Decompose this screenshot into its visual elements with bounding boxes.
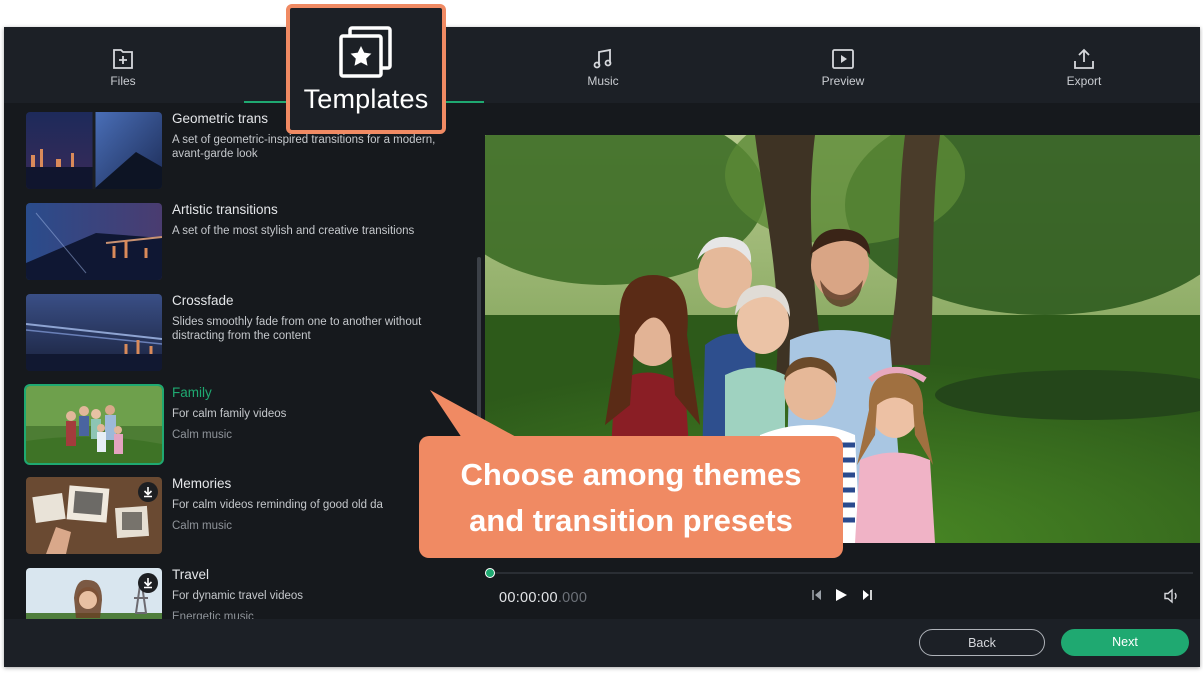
template-title: Crossfade (172, 293, 234, 308)
template-music: Calm music (172, 520, 233, 532)
tab-export-label: Export (1066, 74, 1102, 88)
template-title: Family (172, 385, 212, 400)
tab-preview[interactable]: Preview (778, 27, 908, 103)
template-description: A set of the most stylish and creative t… (172, 225, 415, 237)
template-title: Memories (172, 476, 232, 491)
files-icon (113, 49, 133, 69)
timecode-main: 00:00:00 (499, 590, 558, 606)
movavi-slideshow-window: Files Music Preview Export Geometric tra… (4, 27, 1200, 667)
template-music: Energetic music (172, 611, 254, 619)
template-music: Calm music (172, 429, 233, 441)
template-item-memories[interactable]: Memories For calm videos reminding of go… (24, 476, 474, 557)
hint-callout: Choose among themes and transition prese… (419, 436, 843, 558)
template-description: A set of geometric-inspired transitions … (172, 134, 436, 160)
top-toolbar: Files Music Preview Export (4, 27, 1200, 103)
template-description: Slides smoothly fade from one to another… (172, 316, 422, 342)
next-frame-button[interactable] (860, 588, 874, 607)
template-description: For calm family videos (172, 408, 287, 420)
template-item-travel[interactable]: Travel For dynamic travel videos Energet… (24, 567, 474, 619)
download-icon[interactable] (138, 573, 158, 593)
template-thumbnail (26, 203, 162, 280)
templates-icon (339, 26, 392, 78)
bottom-bar: Back Next (4, 619, 1200, 667)
template-thumbnail (26, 477, 162, 554)
preview-icon (832, 49, 854, 69)
timecode: 00:00:00.000 (499, 590, 587, 606)
skip-forward-icon (863, 590, 872, 600)
tab-templates[interactable]: Templates (286, 4, 446, 134)
hint-line-2: and transition presets (469, 503, 793, 538)
volume-icon (1164, 588, 1177, 604)
next-button[interactable]: Next (1061, 629, 1189, 656)
previous-button[interactable] (810, 588, 824, 607)
template-thumbnail (26, 112, 162, 189)
tab-files[interactable]: Files (58, 27, 188, 103)
template-title: Travel (172, 567, 210, 582)
timecode-ms: .000 (557, 590, 588, 606)
export-icon (1074, 48, 1094, 69)
timeline-track (493, 572, 1193, 574)
template-description: For calm videos reminding of good old da (172, 499, 383, 511)
template-item-artistic[interactable]: Artistic transitions A set of the most s… (24, 202, 474, 283)
timeline-slider[interactable] (485, 568, 1200, 578)
music-icon (593, 48, 612, 69)
template-title: Artistic transitions (172, 202, 278, 217)
play-icon (836, 589, 847, 601)
timeline-playhead[interactable] (485, 568, 495, 578)
skip-back-icon (812, 590, 821, 600)
back-button[interactable]: Back (919, 629, 1045, 656)
hint-callout-text: Choose among themes and transition prese… (419, 452, 843, 544)
hint-line-1: Choose among themes (460, 457, 802, 492)
tab-export[interactable]: Export (1019, 27, 1149, 103)
template-thumbnail-selected (24, 384, 164, 465)
volume-button[interactable] (1163, 588, 1181, 609)
template-description: For dynamic travel videos (172, 590, 304, 602)
tab-preview-label: Preview (821, 74, 865, 88)
tab-music-label: Music (587, 74, 619, 88)
tab-music[interactable]: Music (538, 27, 668, 103)
tab-templates-label: Templates (303, 84, 429, 114)
template-item-family[interactable]: Family For calm family videos Calm music (24, 384, 474, 466)
template-title: Geometric trans (172, 111, 269, 126)
template-item-crossfade[interactable]: Crossfade Slides smoothly fade from one … (24, 293, 474, 374)
template-thumbnail (26, 568, 162, 619)
download-icon[interactable] (138, 482, 158, 502)
tab-files-label: Files (110, 74, 136, 88)
play-button[interactable] (834, 588, 848, 607)
templates-list[interactable]: Geometric trans A set of geometric-inspi… (4, 107, 484, 619)
template-thumbnail (26, 294, 162, 371)
